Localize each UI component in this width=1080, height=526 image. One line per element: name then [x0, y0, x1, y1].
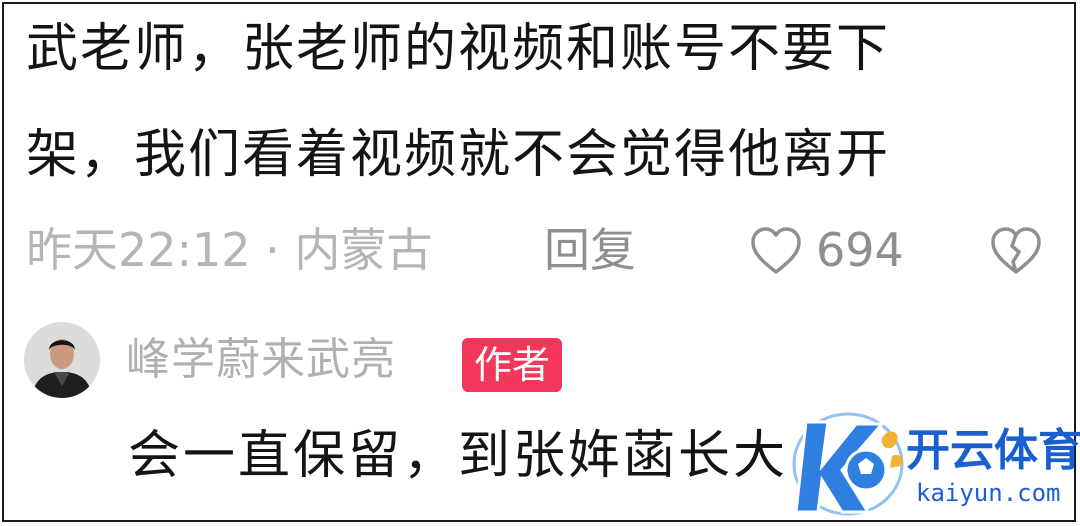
comment-card: 武老师，张老师的视频和账号不要下 架，我们看着视频就不会觉得他离开 昨天22:1…: [2, 2, 1080, 522]
avatar-image: [24, 322, 100, 398]
heart-outline-icon: [751, 227, 801, 274]
watermark-url: kaiyun.com: [916, 479, 1061, 507]
author-avatar[interactable]: [24, 322, 100, 398]
comment-text-line-1: 武老师，张老师的视频和账号不要下: [26, 19, 891, 79]
comment-meta-row: 昨天22:12 · 内蒙古 回复 694: [26, 218, 1066, 282]
reply-text: 会一直保留，到张姩菡长大: [128, 426, 789, 486]
author-name[interactable]: 峰学蔚来武亮: [126, 330, 396, 390]
watermark: 开云体育 kaiyun.com: [786, 408, 1080, 520]
author-badge: 作者: [462, 338, 563, 392]
watermark-brand: 开云体育: [906, 425, 1080, 476]
comment-time-location: 昨天22:12 · 内蒙古: [26, 223, 433, 277]
broken-heart-icon[interactable]: [988, 224, 1044, 276]
reply-button[interactable]: 回复: [544, 218, 636, 282]
comment-text-line-2: 架，我们看着视频就不会觉得他离开: [26, 125, 891, 185]
like-count: 694: [816, 223, 904, 277]
kaiyun-logo-icon: [792, 412, 904, 516]
